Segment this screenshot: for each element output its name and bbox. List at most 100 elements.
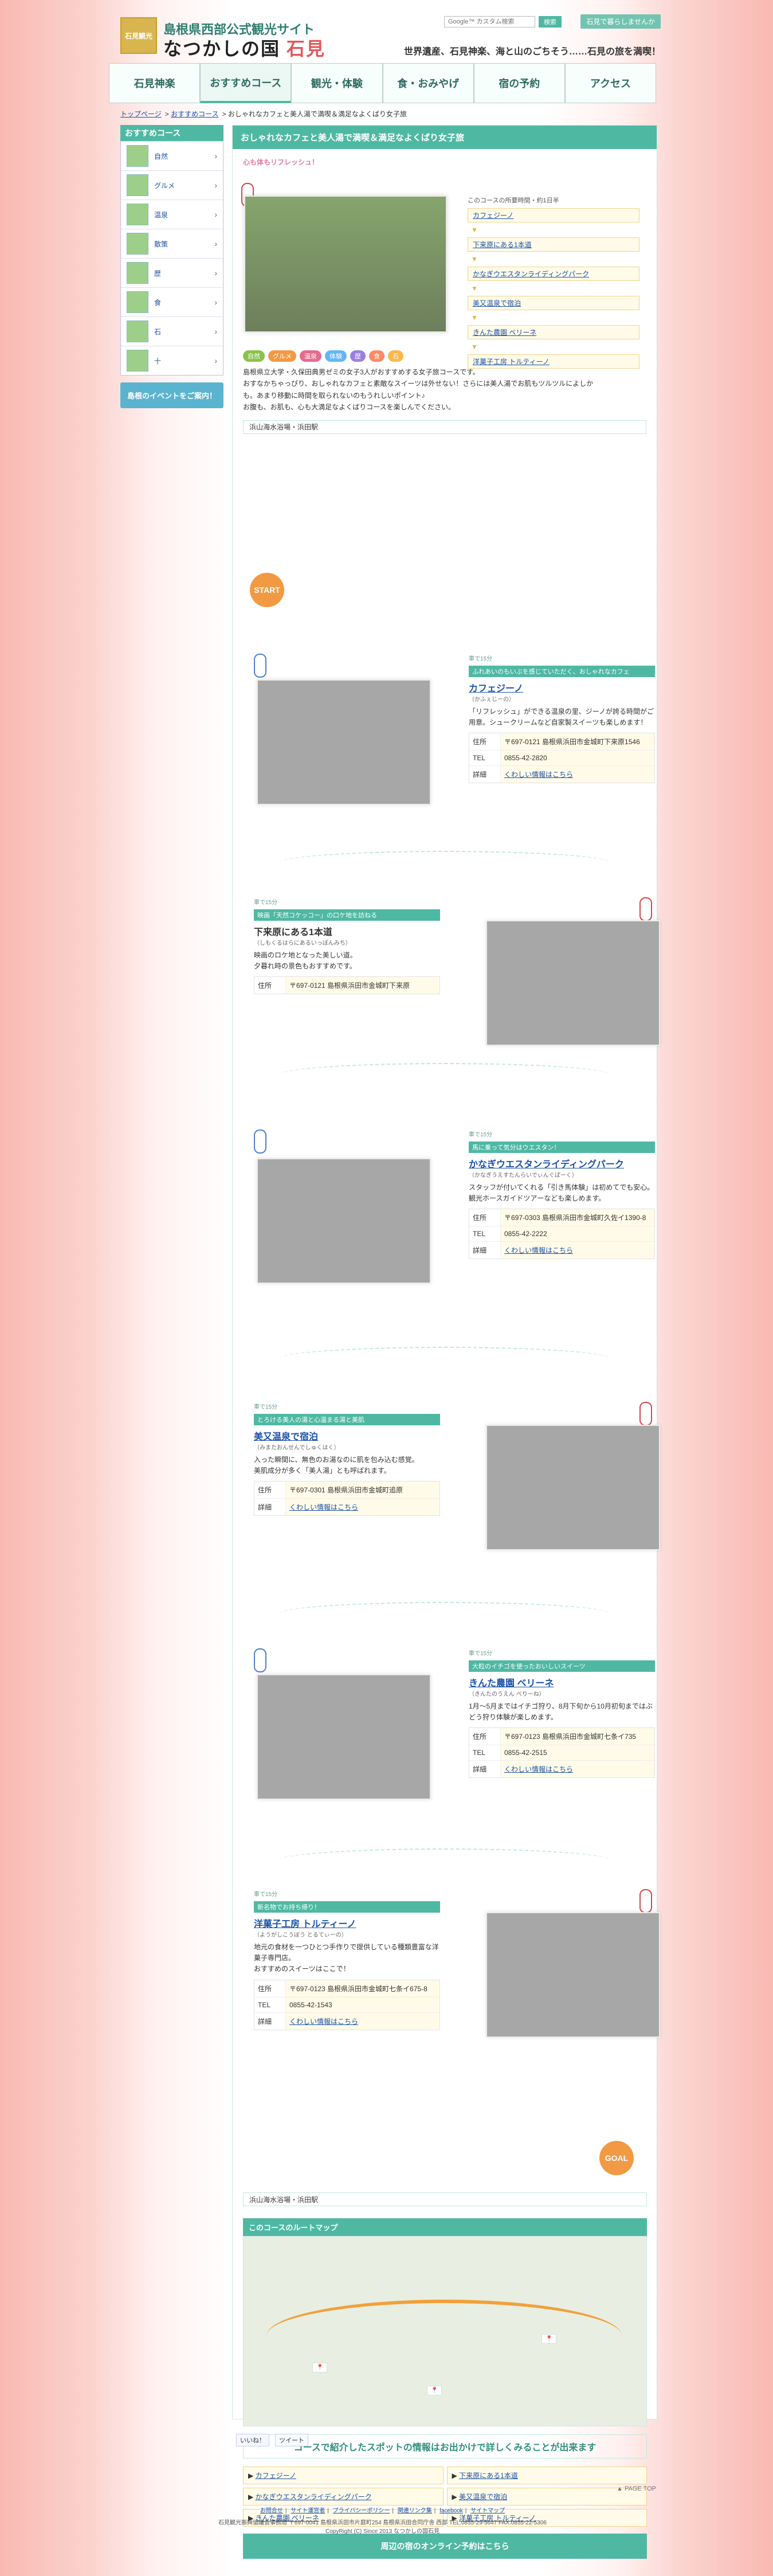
route-link[interactable]: かなぎウエスタンライディングパーク: [473, 270, 589, 278]
route-link[interactable]: 美又温泉で宿泊: [473, 299, 521, 307]
spot-head: 映画「天然コケッコー」の口ケ地を訪ねる: [254, 909, 440, 921]
nav-item-kagura[interactable]: 石見神楽: [109, 63, 201, 103]
sidebar-item[interactable]: 歴 ›: [121, 258, 223, 287]
info-row: TEL 0855-42-2222: [469, 1226, 654, 1242]
footer-link[interactable]: サイトマップ: [470, 2508, 505, 2514]
site-name[interactable]: なつかしの国 石見: [163, 34, 325, 61]
spot-name-link[interactable]: かなぎウエスタンライディングパーク: [469, 1160, 624, 1170]
spot-text: 「リフレッシュ」ができる温泉の里、ジーノが誇る時間がご用意。シュークリームなど自…: [469, 707, 654, 727]
tweet-button[interactable]: ツイート: [275, 2434, 308, 2446]
nav-item-food[interactable]: 食・おみやげ: [382, 63, 474, 103]
spot-head: とろける美人の湯と心温まる湯と美肌: [254, 1414, 440, 1425]
nav-item-hotel[interactable]: 宿の予約: [473, 63, 565, 103]
sidebar-thumb: [127, 320, 148, 342]
page-top-link[interactable]: ▲ PAGE TOP: [617, 2485, 656, 2492]
spot-info: 住所 〒697-0123 島根県浜田市金城町七条イ675-8 TEL 0855-42…: [254, 1979, 440, 2030]
down-arrow-icon: ▼: [471, 226, 478, 234]
spot-link-item[interactable]: ▶ 下来原にある1本道: [446, 2466, 647, 2484]
route-link[interactable]: 下来原にある1本道: [473, 241, 532, 249]
breadcrumb-top[interactable]: トップページ: [120, 110, 162, 118]
pin-icon: [639, 897, 652, 921]
sidebar-item[interactable]: 温泉 ›: [121, 200, 223, 229]
detail-link[interactable]: くわしい情報はこちら: [504, 1246, 573, 1254]
sidebar-item-label: 歴: [154, 269, 162, 277]
route-link[interactable]: カフェジーノ: [473, 212, 513, 220]
nav-item-sightseeing[interactable]: 観光・体験: [291, 63, 383, 103]
walk-time: 車で15分: [469, 656, 493, 662]
spot-name-link[interactable]: きんた農園 ベリーネ: [469, 1679, 554, 1688]
sidebar-item[interactable]: 十 ›: [121, 346, 223, 375]
footer: お問合せ | サイト運営者 | プライバシーポリシー | 関連リンク集 | facebo…: [109, 2505, 656, 2535]
spot-name-link[interactable]: 美又温泉で宿泊: [254, 1432, 318, 1442]
sidebar-item[interactable]: 散策 ›: [121, 229, 223, 258]
chevron-right-icon: ›: [214, 327, 217, 336]
search-button[interactable]: 検索: [539, 16, 562, 28]
detail-link[interactable]: くわしい情報はこちら: [504, 771, 573, 779]
search-bar: 検索: [444, 16, 562, 28]
goal-badge: GOAL: [599, 2141, 634, 2175]
spot-1: 車で15分 ふれあいのもいぶを感じていただく、おしゃれなカフェ カフェジーノ （…: [253, 653, 658, 832]
route-map[interactable]: 📍 📍 📍: [243, 2236, 647, 2426]
nav-item-label: 石見神楽: [134, 78, 175, 89]
goal-row: 浜山海水浴場・浜田駅: [243, 2192, 647, 2206]
booking-button[interactable]: 周辺の宿のオンライン予約はこちら: [243, 2534, 647, 2559]
sidebar-item[interactable]: グルメ ›: [121, 170, 223, 200]
nav-item-label: おすすめコース: [210, 77, 282, 89]
route-dashed-line: [278, 1848, 611, 1873]
link-arrow-icon: ▶: [452, 2472, 460, 2480]
living-link[interactable]: 石見で暮らしませんか: [580, 14, 661, 29]
sidebar-item[interactable]: 石 ›: [121, 316, 223, 346]
detail-link[interactable]: くわしい情報はこちら: [504, 1765, 573, 1773]
route-item[interactable]: 洋菓子工房 トルティーノ: [468, 354, 639, 369]
footer-link[interactable]: プライバシーポリシー: [333, 2508, 390, 2514]
spot-link[interactable]: かなぎウエスタンライディングパーク: [256, 2493, 372, 2501]
route-item[interactable]: 美又温泉で宿泊: [468, 296, 639, 310]
spot-link-item[interactable]: ▶ かなぎウエスタンライディングパーク: [243, 2488, 444, 2505]
route-item[interactable]: 下来原にある1本道: [468, 237, 639, 252]
footer-link[interactable]: 関連リンク集: [398, 2508, 432, 2514]
spot-name-link[interactable]: カフェジーノ: [469, 684, 523, 694]
site-name-prefix: なつかしの国: [163, 38, 281, 59]
breadcrumb-course[interactable]: おすすめコース: [171, 110, 218, 118]
like-button[interactable]: いいね！: [236, 2434, 269, 2446]
nav-item-recommended-course[interactable]: おすすめコース: [200, 63, 292, 103]
start-location: 浜山海水浴場・浜田駅: [243, 420, 646, 434]
walk-time: 車で15分: [469, 1651, 493, 1657]
sidebar-item-label: 温泉: [154, 210, 168, 219]
detail-link[interactable]: くわしい情報はこちら: [289, 2018, 358, 2026]
route-item[interactable]: きんた農園 ベリーネ: [468, 325, 639, 339]
spot-kana: （かなぎうえすたんらいでぃんぐぱーく）: [469, 1172, 578, 1179]
event-banner[interactable]: 島根のイベントをご案内！: [120, 382, 223, 408]
spot-3: 車で15分 馬に乗って気分はウエスタン！ かなぎウエスタンライディングパーク （…: [253, 1129, 658, 1319]
footer-links: お問合せ | サイト運営者 | プライバシーポリシー | 関連リンク集 | facebo…: [260, 2508, 505, 2514]
route-link[interactable]: きんた農園 ベリーネ: [473, 329, 536, 337]
spot-link[interactable]: 下来原にある1本道: [459, 2472, 518, 2480]
detail-link[interactable]: くわしい情報はこちら: [289, 1503, 358, 1511]
sidebar-item[interactable]: 自然 ›: [121, 141, 223, 170]
nav-item-access[interactable]: アクセス: [564, 63, 657, 103]
spot-link[interactable]: 美又温泉で宿泊: [459, 2493, 507, 2501]
spot-kana: （ようがしこうぼう とるてぃーの）: [254, 1932, 347, 1938]
footer-link[interactable]: facebook: [440, 2508, 463, 2514]
start-badge: START: [250, 573, 284, 607]
spot-photo: [486, 1425, 660, 1550]
site-logo[interactable]: 石見観光: [120, 17, 157, 54]
search-input[interactable]: [444, 16, 535, 28]
spot-link[interactable]: カフェジーノ: [256, 2472, 296, 2480]
pin-icon: [254, 654, 266, 678]
spot-photo: [486, 1912, 660, 2038]
footer-link[interactable]: お問合せ: [260, 2508, 283, 2514]
spot-link-item[interactable]: ▶ カフェジーノ: [243, 2466, 444, 2484]
route-item[interactable]: かなぎウエスタンライディングパーク: [468, 267, 639, 281]
spot-name-link[interactable]: 洋菓子工房 トルティーノ: [254, 1920, 356, 1929]
link-arrow-icon: ▶: [248, 2493, 256, 2501]
sidebar-thumb: [127, 174, 148, 196]
lead-subtitle: 心も体もリフレッシュ！: [243, 158, 319, 166]
sidebar-item[interactable]: 食 ›: [121, 287, 223, 316]
tel: 0855-42-2222: [504, 1230, 547, 1238]
spot-5: 車で15分 大粒のイチゴを使ったおいしいスイーツ きんた農園 ベリーネ （きんた…: [253, 1648, 658, 1827]
route-item[interactable]: カフェジーノ: [468, 208, 639, 222]
chevron-right-icon: ›: [214, 268, 217, 277]
footer-link[interactable]: サイト運営者: [291, 2508, 325, 2514]
route-link[interactable]: 洋菓子工房 トルティーノ: [473, 358, 550, 366]
